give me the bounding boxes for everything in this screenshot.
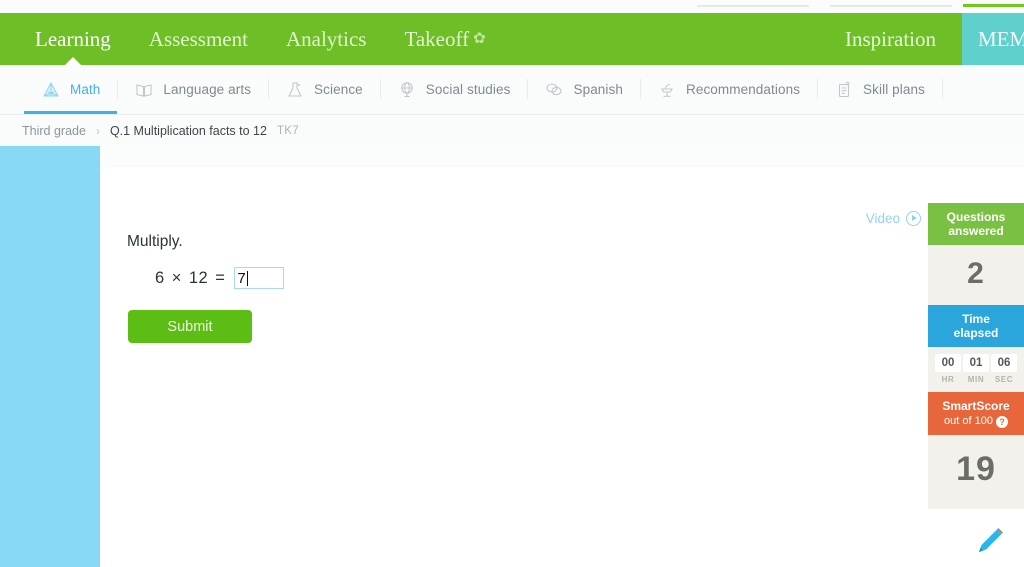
breadcrumb: Third grade › Q.1 Multiplication facts t… <box>0 116 1024 146</box>
smartscore-title: SmartScore <box>942 399 1010 413</box>
breadcrumb-skill-code: TK7 <box>276 125 299 137</box>
answer-input[interactable]: 7 <box>234 267 285 289</box>
top-browser-strip <box>0 0 1024 14</box>
nav-item-inspiration[interactable]: Inspiration <box>819 13 962 65</box>
text-caret <box>246 270 248 286</box>
tab-recommendations[interactable]: Recommendations <box>640 65 819 114</box>
nav-item-assessment[interactable]: Assessment <box>130 13 267 65</box>
nav-item-learning-label: Learning <box>35 27 111 51</box>
page-body: Multiply. 6 × 12 = 7 Submit Video Questi… <box>0 146 1024 567</box>
tab-science[interactable]: Science <box>268 65 381 114</box>
globe-icon <box>397 80 417 100</box>
smartscore-subtitle: out of 100 <box>944 415 993 427</box>
time-elapsed-timer: 00 HR 01 MIN 06 SEC <box>928 347 1024 392</box>
tab-social-studies[interactable]: Social studies <box>380 65 529 114</box>
nav-item-takeoff-label: Takeoff <box>404 27 470 51</box>
main-nav-right-group: Inspiration MEMBERSHIP <box>819 13 1024 65</box>
help-icon[interactable]: ? <box>995 416 1008 428</box>
timer-minutes-value: 01 <box>963 354 989 372</box>
flask-icon <box>285 80 305 100</box>
nav-item-membership[interactable]: MEMBERSHIP <box>962 13 1024 65</box>
play-circle-icon <box>906 211 921 226</box>
tab-math[interactable]: Math <box>24 65 119 114</box>
questions-answered-title-line2: answered <box>948 224 1004 238</box>
main-navigation-bar: Learning Assessment Analytics Takeoff ✿ I… <box>0 13 1024 66</box>
question-equation: 6 × 12 = 7 <box>155 267 285 289</box>
strip-line-c <box>963 4 1024 7</box>
nav-item-assessment-label: Assessment <box>148 27 248 51</box>
left-blue-rail <box>0 146 100 567</box>
tab-language-arts-label: Language arts <box>163 82 252 97</box>
timer-hours: 00 HR <box>934 354 962 384</box>
breadcrumb-skill[interactable]: Q.1 Multiplication facts to 12 <box>110 124 267 138</box>
breadcrumb-grade[interactable]: Third grade <box>22 124 86 138</box>
smartscore-subtitle-row: out of 100? <box>932 414 1020 428</box>
timer-seconds-value: 06 <box>991 354 1017 372</box>
podium-icon <box>657 80 677 100</box>
tab-social-studies-label: Social studies <box>425 82 511 97</box>
tab-skill-plans[interactable]: Skill plans <box>817 65 943 114</box>
timer-seconds-label: SEC <box>994 375 1014 384</box>
video-link-label: Video <box>865 211 900 226</box>
equals-sign: = <box>215 268 226 287</box>
nav-item-analytics[interactable]: Analytics <box>267 13 385 65</box>
takeoff-sprout-icon: ✿ <box>473 31 486 47</box>
tab-divider <box>941 79 943 99</box>
timer-seconds: 06 SEC <box>990 354 1018 384</box>
question-card: Multiply. 6 × 12 = 7 Submit Video Questi… <box>100 167 1024 567</box>
tab-science-label: Science <box>314 82 363 97</box>
submit-button[interactable]: Submit <box>128 310 252 343</box>
nav-item-analytics-label: Analytics <box>285 27 367 51</box>
questions-answered-header: Questions answered <box>928 203 1024 245</box>
time-elapsed-title-line1: Time <box>962 312 990 326</box>
tab-recommendations-label: Recommendations <box>685 82 801 97</box>
strip-line-a <box>697 5 809 7</box>
tab-spanish[interactable]: Spanish <box>527 65 641 114</box>
score-panel: Questions answered 2 Time elapsed 00 HR … <box>928 203 1024 509</box>
time-elapsed-header: Time elapsed <box>928 305 1024 347</box>
speech-bubbles-icon <box>544 80 564 100</box>
question-prompt: Multiply. <box>127 233 183 250</box>
subject-tab-bar: Math Language arts Science Social studie… <box>0 65 1024 115</box>
timer-minutes-label: MIN <box>967 375 985 384</box>
timer-hours-label: HR <box>941 375 955 384</box>
nav-item-takeoff[interactable]: Takeoff ✿ <box>385 13 504 65</box>
book-icon <box>134 80 154 100</box>
operand-right: 12 <box>188 268 209 287</box>
tab-math-label: Math <box>70 82 101 97</box>
smartscore-value: 19 <box>928 435 1024 509</box>
video-link[interactable]: Video <box>866 211 921 226</box>
answer-input-value: 7 <box>237 269 246 287</box>
multiplication-operator-icon: × <box>171 268 182 287</box>
pencil-icon[interactable] <box>972 523 1008 559</box>
smartscore-header: SmartScore out of 100? <box>928 392 1024 435</box>
pyramid-icon <box>41 80 61 100</box>
operand-left: 6 <box>155 268 165 287</box>
questions-answered-value: 2 <box>928 245 1024 305</box>
clipboard-icon <box>834 80 854 100</box>
strip-line-b <box>830 5 952 7</box>
breadcrumb-separator-icon: › <box>95 124 100 138</box>
main-nav-items: Learning Assessment Analytics Takeoff ✿ <box>0 13 505 66</box>
ixl-practice-page: Learning Assessment Analytics Takeoff ✿ I… <box>0 0 1024 567</box>
timer-minutes: 01 MIN <box>962 354 990 384</box>
nav-item-learning[interactable]: Learning <box>16 13 130 66</box>
time-elapsed-title-line2: elapsed <box>953 326 999 340</box>
questions-answered-title-line1: Questions <box>946 210 1006 224</box>
tab-language-arts[interactable]: Language arts <box>117 65 270 114</box>
tab-skill-plans-label: Skill plans <box>863 82 925 97</box>
timer-hours-value: 00 <box>935 354 961 372</box>
tab-spanish-label: Spanish <box>573 82 623 97</box>
